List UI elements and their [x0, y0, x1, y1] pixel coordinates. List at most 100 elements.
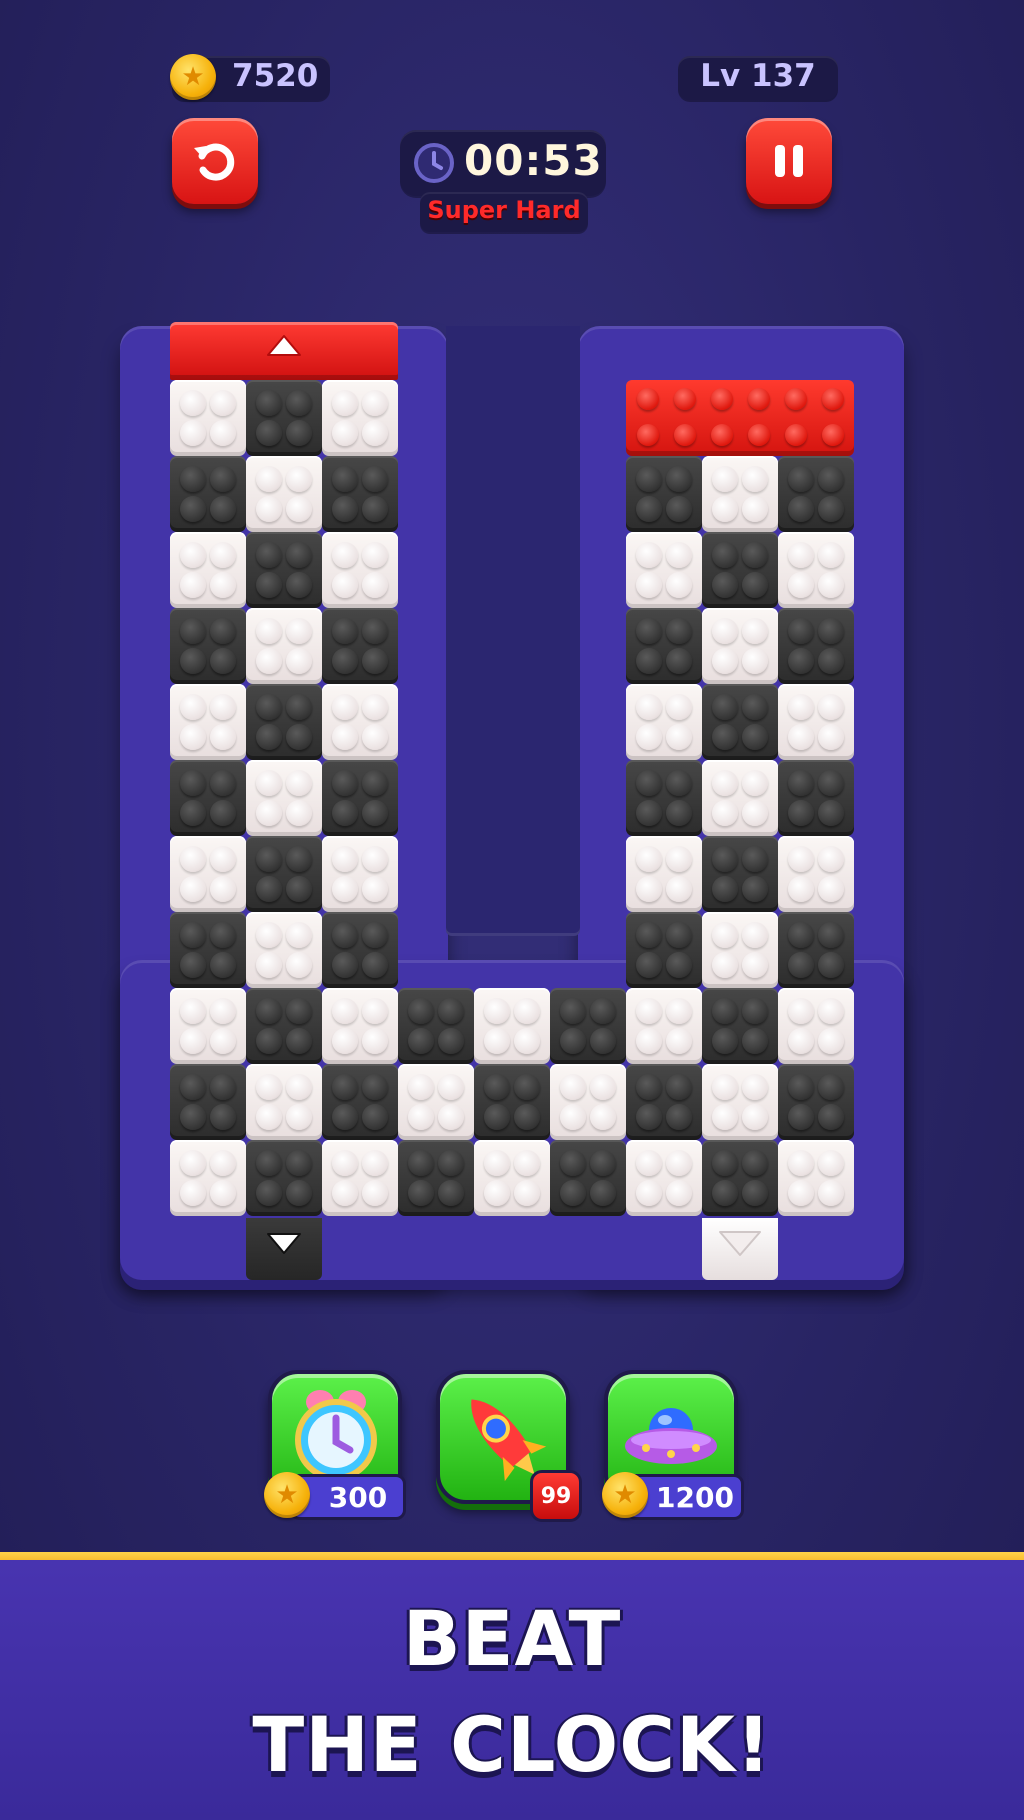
- block-stud: [210, 466, 236, 492]
- block-stud: [818, 952, 844, 978]
- white-block[interactable]: [246, 608, 322, 684]
- black-block[interactable]: [702, 532, 778, 608]
- black-block[interactable]: [170, 760, 246, 836]
- black-block[interactable]: [702, 988, 778, 1064]
- timer-value: 00:53: [464, 136, 603, 185]
- black-block[interactable]: [778, 608, 854, 684]
- block-stud: [636, 922, 662, 948]
- black-block[interactable]: [626, 456, 702, 532]
- white-block[interactable]: [626, 684, 702, 760]
- white-block[interactable]: [778, 988, 854, 1064]
- black-block[interactable]: [170, 456, 246, 532]
- black-block[interactable]: [474, 1064, 550, 1140]
- black-block[interactable]: [170, 608, 246, 684]
- black-block[interactable]: [322, 608, 398, 684]
- white-block[interactable]: [246, 912, 322, 988]
- black-block[interactable]: [322, 760, 398, 836]
- black-block[interactable]: [550, 988, 626, 1064]
- white-block[interactable]: [322, 836, 398, 912]
- black-block[interactable]: [778, 912, 854, 988]
- white-block[interactable]: [702, 1064, 778, 1140]
- block-stud: [332, 922, 358, 948]
- white-block[interactable]: [170, 380, 246, 456]
- black-block[interactable]: [398, 988, 474, 1064]
- restart-button[interactable]: [172, 118, 258, 204]
- white-block[interactable]: [322, 532, 398, 608]
- white-block[interactable]: [778, 684, 854, 760]
- white-block[interactable]: [626, 532, 702, 608]
- black-block[interactable]: [626, 912, 702, 988]
- black-block[interactable]: [778, 1064, 854, 1140]
- black-block[interactable]: [246, 380, 322, 456]
- block-stud: [210, 1104, 236, 1130]
- black-block[interactable]: [246, 988, 322, 1064]
- block-stud: [362, 618, 388, 644]
- black-block[interactable]: [322, 1064, 398, 1140]
- white-block[interactable]: [170, 684, 246, 760]
- black-block[interactable]: [626, 608, 702, 684]
- white-block[interactable]: [702, 608, 778, 684]
- white-block[interactable]: [322, 684, 398, 760]
- black-block[interactable]: [170, 912, 246, 988]
- white-block[interactable]: [398, 1064, 474, 1140]
- black-block[interactable]: [246, 532, 322, 608]
- block-stud: [332, 1074, 358, 1100]
- block-stud: [286, 390, 312, 416]
- block-stud: [256, 1074, 282, 1100]
- white-block[interactable]: [778, 532, 854, 608]
- black-block[interactable]: [778, 456, 854, 532]
- white-block[interactable]: [626, 988, 702, 1064]
- black-block[interactable]: [322, 456, 398, 532]
- white-block[interactable]: [474, 1140, 550, 1216]
- block-stud: [180, 496, 206, 522]
- black-block[interactable]: [626, 1064, 702, 1140]
- white-block[interactable]: [702, 912, 778, 988]
- white-block[interactable]: [778, 836, 854, 912]
- white-block[interactable]: [702, 760, 778, 836]
- block-stud: [256, 1150, 282, 1176]
- black-block[interactable]: [398, 1140, 474, 1216]
- black-block[interactable]: [550, 1140, 626, 1216]
- white-block[interactable]: [550, 1064, 626, 1140]
- block-stud: [362, 998, 388, 1024]
- block-stud: [210, 420, 236, 446]
- white-block[interactable]: [246, 456, 322, 532]
- pause-button[interactable]: [746, 118, 832, 204]
- black-block[interactable]: [626, 760, 702, 836]
- block-stud: [666, 922, 692, 948]
- white-block[interactable]: [778, 1140, 854, 1216]
- white-block[interactable]: [322, 380, 398, 456]
- block-stud: [286, 952, 312, 978]
- red-block-piece[interactable]: [626, 380, 854, 456]
- block-stud: [712, 770, 738, 796]
- white-block[interactable]: [474, 988, 550, 1064]
- white-block[interactable]: [322, 1140, 398, 1216]
- black-block[interactable]: [702, 1140, 778, 1216]
- black-block[interactable]: [246, 684, 322, 760]
- black-block[interactable]: [702, 684, 778, 760]
- white-block[interactable]: [170, 1140, 246, 1216]
- block-stud: [362, 846, 388, 872]
- block-stud: [362, 420, 388, 446]
- block-stud: [636, 618, 662, 644]
- white-block[interactable]: [322, 988, 398, 1064]
- white-block[interactable]: [702, 456, 778, 532]
- block-stud: [666, 496, 692, 522]
- black-block[interactable]: [702, 836, 778, 912]
- white-block[interactable]: [246, 760, 322, 836]
- white-block[interactable]: [170, 836, 246, 912]
- white-block[interactable]: [246, 1064, 322, 1140]
- block-stud: [818, 496, 844, 522]
- black-block[interactable]: [170, 1064, 246, 1140]
- white-block[interactable]: [626, 1140, 702, 1216]
- black-block[interactable]: [322, 912, 398, 988]
- black-block[interactable]: [246, 1140, 322, 1216]
- black-block[interactable]: [246, 836, 322, 912]
- block-stud: [742, 800, 768, 826]
- block-stud: [636, 1180, 662, 1206]
- white-block[interactable]: [170, 988, 246, 1064]
- white-block[interactable]: [626, 836, 702, 912]
- white-block[interactable]: [170, 532, 246, 608]
- block-stud: [742, 694, 768, 720]
- black-block[interactable]: [778, 760, 854, 836]
